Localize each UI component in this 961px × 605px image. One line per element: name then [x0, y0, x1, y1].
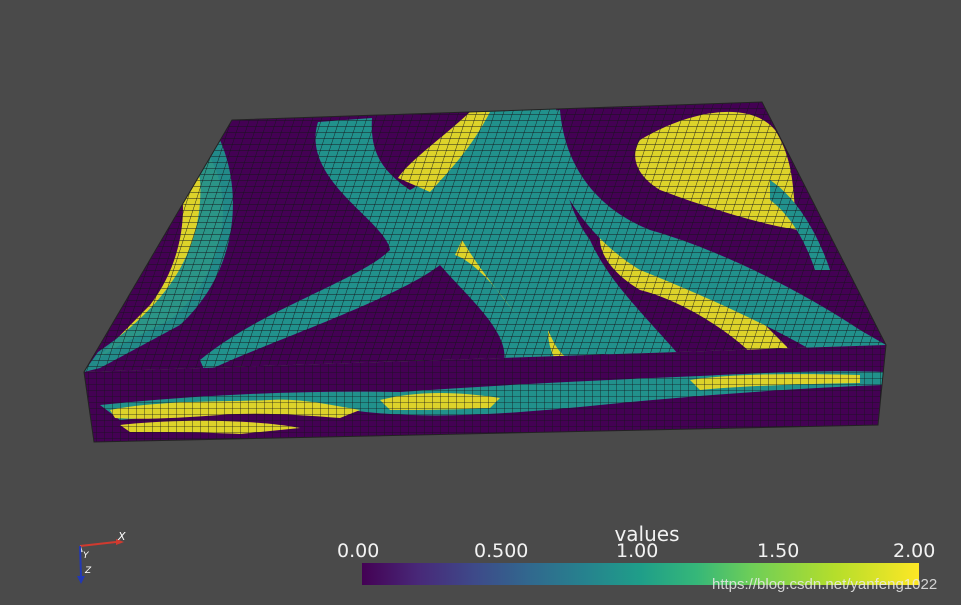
- scalar-bar-tick: 1.50: [757, 540, 800, 562]
- y-axis-label: Y: [83, 551, 90, 561]
- scalar-bar-tick: 0.00: [337, 540, 380, 562]
- scalar-bar-tick: 2.00: [893, 540, 936, 562]
- render-viewport[interactable]: [0, 0, 961, 605]
- scalar-bar-tick: 1.00: [616, 540, 659, 562]
- orientation-axes-widget: X Y Z: [77, 530, 126, 584]
- z-axis-arrow: [79, 545, 82, 577]
- x-axis-arrow: [79, 541, 117, 547]
- block-top-face: [84, 102, 886, 372]
- scalar-bar-tick: 0.500: [474, 540, 529, 562]
- x-axis-label: X: [117, 530, 126, 543]
- z-axis-label: Z: [84, 566, 92, 576]
- watermark-text: https://blog.csdn.net/yanfeng1022: [712, 576, 938, 593]
